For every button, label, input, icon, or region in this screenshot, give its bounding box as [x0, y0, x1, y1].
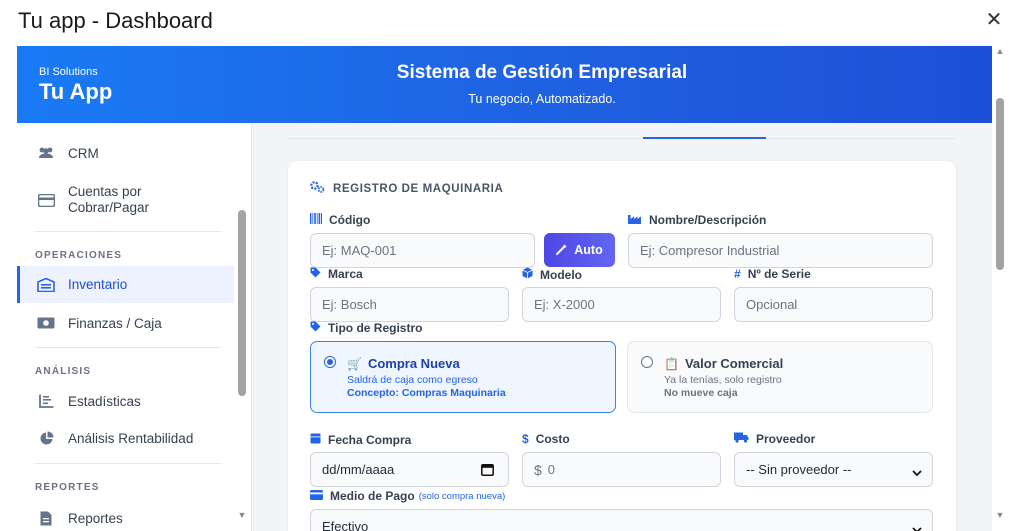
sidebar-divider	[35, 463, 221, 464]
serie-input[interactable]	[746, 297, 932, 312]
window-scrollbar[interactable]	[996, 98, 1004, 270]
sidebar-item-label: Finanzas / Caja	[68, 315, 162, 331]
scroll-down-icon[interactable]: ▼	[993, 510, 1007, 522]
option-title: 📋 Valor Comercial	[664, 356, 784, 371]
nombre-label: Nombre/Descripción	[628, 213, 766, 227]
sidebar-item-reportes[interactable]: Reportes	[17, 501, 234, 531]
scroll-up-icon[interactable]: ▲	[993, 46, 1007, 58]
file-icon	[37, 510, 55, 526]
auto-code-button[interactable]: Auto	[544, 233, 615, 267]
fecha-field[interactable]: dd/mm/aaaa	[310, 452, 509, 487]
magic-wand-icon	[556, 243, 568, 258]
money-icon	[37, 315, 55, 331]
chevron-down-icon	[912, 465, 922, 480]
sidebar-divider	[35, 231, 221, 232]
sidebar-scrollbar[interactable]	[238, 210, 246, 396]
sidebar-item-inventario[interactable]: Inventario	[17, 266, 234, 303]
sidebar-item-label: CRM	[68, 145, 99, 161]
sidebar-item-crm[interactable]: CRM	[17, 136, 234, 170]
medio-pago-label: Medio de Pago (solo compra nueva)	[310, 489, 505, 503]
radio-valor-comercial[interactable]	[641, 356, 653, 368]
users-icon	[37, 145, 55, 161]
option-description: Ya la tenías, solo registro	[664, 374, 782, 386]
barcode-icon	[310, 213, 322, 227]
sidebar-item-label: Análisis Rentabilidad	[68, 430, 194, 446]
marca-field[interactable]	[310, 287, 509, 322]
cube-icon	[522, 267, 533, 282]
form-section-title: REGISTRO DE MAQUINARIA	[310, 181, 503, 196]
page-subtitle: Tu negocio, Automatizado.	[468, 92, 616, 106]
sidebar-item-rentabilidad[interactable]: Análisis Rentabilidad	[17, 421, 234, 455]
sidebar-divider	[35, 347, 221, 348]
credit-card-icon	[37, 192, 55, 208]
tag-icon	[310, 267, 321, 281]
gears-icon	[310, 181, 325, 196]
clipboard-icon: 📋	[664, 356, 679, 371]
codigo-field[interactable]	[310, 233, 535, 268]
fecha-label: Fecha Compra	[310, 432, 411, 447]
chevron-down-icon	[912, 522, 922, 531]
maquinaria-form-card: REGISTRO DE MAQUINARIA Código Auto	[288, 161, 956, 531]
serie-label: # Nº de Serie	[734, 267, 811, 281]
app-frame: CRM Cuentas por Cobrar/Pagar OPERACIONES…	[17, 46, 992, 531]
modelo-field[interactable]	[522, 287, 721, 322]
dollar-icon: $	[522, 432, 529, 446]
hashtag-icon: #	[734, 267, 741, 281]
proveedor-select[interactable]: -- Sin proveedor --	[734, 452, 933, 487]
calendar-icon	[310, 432, 321, 447]
sidebar-item-label: Inventario	[68, 277, 128, 292]
window-title: Tu app - Dashboard	[18, 8, 213, 33]
sidebar-item-cuentas[interactable]: Cuentas por Cobrar/Pagar	[17, 178, 234, 222]
industry-icon	[628, 213, 642, 227]
sidebar-item-label: Estadísticas	[68, 393, 141, 409]
medio-pago-select[interactable]: Efectivo	[310, 509, 933, 531]
chart-line-icon	[37, 393, 55, 409]
calendar-picker-icon[interactable]	[481, 463, 494, 479]
option-title: 🛒 Compra Nueva	[347, 356, 460, 371]
nombre-input[interactable]	[640, 243, 932, 258]
sidebar-section-analisis: ANÁLISIS	[35, 366, 92, 377]
option-valor-comercial[interactable]: 📋 Valor Comercial Ya la tenías, solo reg…	[627, 341, 933, 413]
costo-input[interactable]	[547, 462, 720, 477]
credit-card-icon	[310, 489, 323, 503]
proveedor-value: -- Sin proveedor --	[746, 462, 852, 477]
sidebar-item-finanzas[interactable]: Finanzas / Caja	[17, 306, 234, 340]
medio-pago-hint: (solo compra nueva)	[418, 490, 506, 502]
currency-symbol: $	[534, 461, 542, 478]
fecha-value: dd/mm/aaaa	[322, 462, 395, 477]
modelo-label: Modelo	[522, 267, 582, 282]
scroll-down-icon[interactable]: ▼	[235, 510, 249, 522]
tipo-registro-label: Tipo de Registro	[310, 321, 422, 335]
option-concept: No mueve caja	[664, 387, 738, 399]
option-concept: Concepto: Compras Maquinaria	[347, 387, 506, 399]
option-description: Saldrá de caja como egreso	[347, 374, 478, 386]
shopping-cart-icon: 🛒	[347, 356, 362, 371]
medio-pago-value: Efectivo	[322, 519, 369, 531]
sidebar-item-label: Cuentas por Cobrar/Pagar	[68, 184, 150, 215]
proveedor-label: Proveedor	[734, 432, 815, 446]
marca-input[interactable]	[322, 297, 508, 312]
warehouse-icon	[37, 277, 55, 293]
marca-label: Marca	[310, 267, 363, 281]
serie-field[interactable]	[734, 287, 933, 322]
sidebar-item-label: Reportes	[68, 510, 123, 526]
codigo-input[interactable]	[322, 243, 534, 258]
option-compra-nueva[interactable]: 🛒 Compra Nueva Saldrá de caja como egres…	[310, 341, 616, 413]
costo-label: $ Costo	[522, 432, 570, 446]
radio-compra-nueva[interactable]	[324, 356, 336, 368]
page-title: Sistema de Gestión Empresarial	[396, 62, 688, 83]
truck-icon	[734, 432, 749, 446]
tag-icon	[310, 321, 321, 335]
costo-field[interactable]: $	[522, 452, 721, 487]
modelo-input[interactable]	[534, 297, 720, 312]
pie-chart-icon	[37, 430, 55, 446]
sidebar-item-estadisticas[interactable]: Estadísticas	[17, 384, 234, 418]
app-window: Tu app - Dashboard ✕ CRM Cuentas por Cob…	[0, 0, 1015, 531]
close-icon[interactable]: ✕	[984, 8, 1004, 32]
sidebar-section-reportes: REPORTES	[35, 482, 100, 493]
sidebar-section-operaciones: OPERACIONES	[35, 250, 123, 261]
codigo-label: Código	[310, 213, 370, 227]
app-header-banner: BI Solutions Tu App Sistema de Gestión E…	[17, 46, 992, 123]
nombre-field[interactable]	[628, 233, 933, 268]
